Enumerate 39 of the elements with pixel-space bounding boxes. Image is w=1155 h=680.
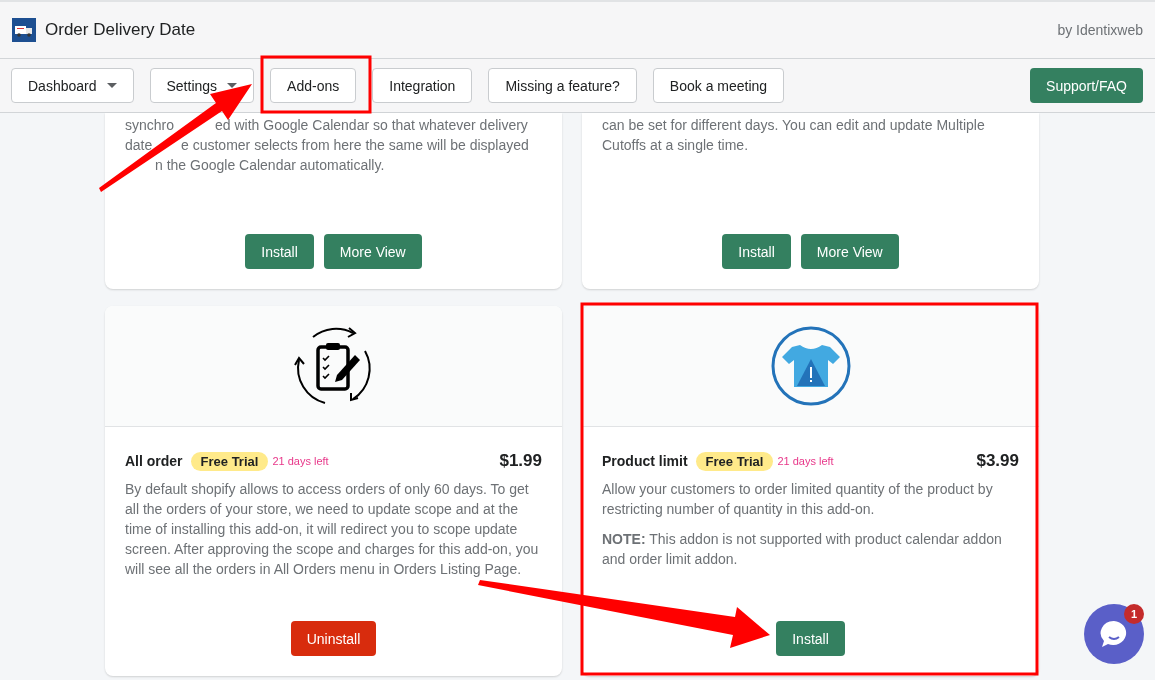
unread-count: 1 <box>1124 604 1144 624</box>
caret-icon <box>106 83 117 88</box>
days-left: 21 days left <box>272 455 329 467</box>
description-text: synchro <box>125 116 176 135</box>
description-text: Cutoffs at a single time. <box>602 136 749 155</box>
description-text: n the Google Calendar automatically. <box>155 156 385 175</box>
addon-price: $3.99 <box>976 451 1019 471</box>
uninstall-button[interactable]: Uninstall <box>290 621 377 656</box>
card-button[interactable]: More View <box>800 234 899 269</box>
nav-button[interactable]: Missing a feature? <box>488 68 637 103</box>
caret-icon <box>227 83 238 88</box>
addon-price: $1.99 <box>499 451 542 471</box>
description-text: can be set for different days. You can edit and update Multiple <box>602 116 985 135</box>
app-title: Order Delivery Date <box>45 20 196 40</box>
nav-button[interactable]: Dashboard <box>11 68 134 103</box>
addon-description: NOTE: This addon is not supported with product calendar addon and order limit addon. <box>602 530 1003 569</box>
trial-badge: Free Trial <box>695 451 774 471</box>
addon-title: Product limit <box>602 453 688 469</box>
description-text: e customer selects from here the same will be displayed <box>181 136 529 155</box>
description-text: date <box>125 136 154 155</box>
chat-button[interactable] <box>1084 604 1144 664</box>
nav-button[interactable]: Add-ons <box>270 68 357 103</box>
install-button[interactable]: Install <box>776 621 845 656</box>
addon-description: Allow your customers to order limited quantity of the product by restricting number of quantity in this add-on. <box>602 480 994 519</box>
developer-credit: by Identixweb <box>1057 22 1143 38</box>
nav-button[interactable]: Book a meeting <box>652 68 785 103</box>
description-text: ed with Google Calendar so that whatever delivery <box>215 116 528 135</box>
card-button[interactable]: Install <box>722 234 791 269</box>
tshirt-warning-icon <box>769 325 852 407</box>
addon-title: All order <box>125 453 183 469</box>
truck-logo-icon <box>12 18 36 42</box>
addon-description: By default shopify allows to access orders of only 60 days. To get all the orders of your store, we need to update scope and at the time of installing this add-on, it will redirect you to scope update screen. After approving the scope and charges for this add-on, you will see all the orders in All Orders menu in Orders Listing Page. <box>125 480 540 579</box>
chat-bubble-icon <box>1099 619 1129 649</box>
nav-button[interactable]: Integration <box>372 68 473 103</box>
days-left: 21 days left <box>777 455 834 467</box>
trial-badge: Free Trial <box>190 451 269 471</box>
card-button[interactable]: More View <box>323 234 422 269</box>
card-button[interactable]: Install <box>245 234 314 269</box>
support-faq-button[interactable]: Support/FAQ <box>1030 68 1143 103</box>
